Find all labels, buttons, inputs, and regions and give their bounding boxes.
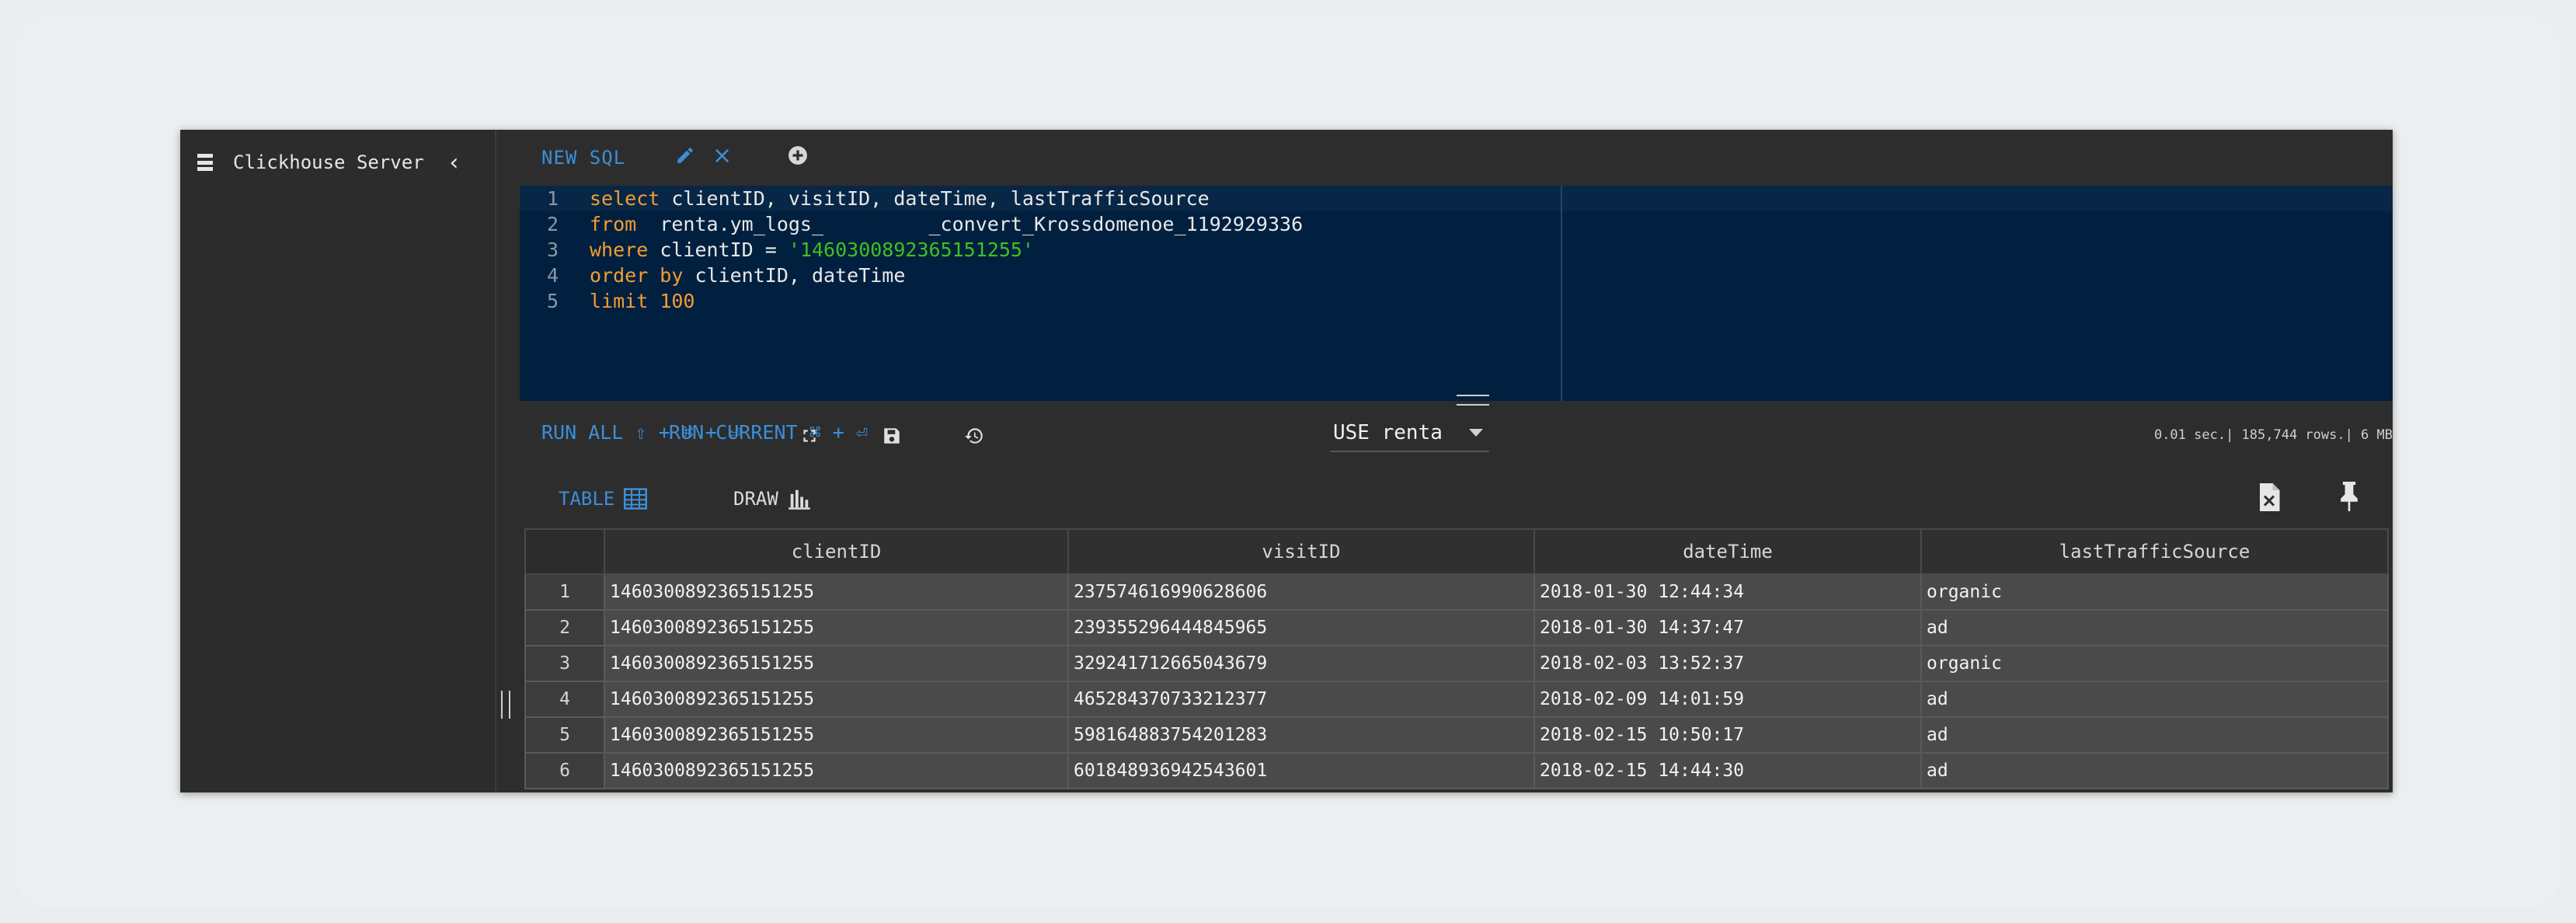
line-number: 4 <box>546 264 559 287</box>
table-cell[interactable]: 239355296444845965 <box>1067 609 1535 646</box>
sql-keyword: select <box>590 187 660 210</box>
line-number: 1 <box>546 187 559 210</box>
result-tabs: TABLE DRAW <box>520 471 2393 525</box>
editor-print-margin <box>1561 186 1562 401</box>
export-file-icon[interactable] <box>2257 483 2281 511</box>
line-number: 2 <box>546 213 559 235</box>
tab-table-label: TABLE <box>559 488 615 510</box>
table-cell[interactable]: ad <box>1920 681 2389 718</box>
table-row[interactable]: 4 1460300892365151255 465284370733212377 20… <box>524 681 2389 718</box>
table-cell[interactable]: 1460300892365151255 <box>604 609 1069 646</box>
table-row[interactable]: 3 1460300892365151255 329241712665043679 20… <box>524 645 2389 682</box>
row-index-cell: 2 <box>524 609 605 646</box>
pencil-icon[interactable] <box>675 145 695 165</box>
row-index-cell: 4 <box>524 681 605 718</box>
code-line[interactable]: 1 select clientID, visitID, dateTime, las… <box>520 186 1210 211</box>
query-toolbar: RUN ALL ⇧ + ⌘ + ⏎ RUN CURRENT ⌘ + ⏎ USE … <box>520 395 2393 471</box>
table-cell[interactable]: ad <box>1920 716 2389 754</box>
sql-keyword: limit <box>590 290 649 312</box>
tab-draw-label: DRAW <box>733 488 778 510</box>
table-cell[interactable]: ad <box>1920 609 2389 646</box>
table-cell[interactable]: 601848936942543601 <box>1067 752 1535 789</box>
panel-resize-handle[interactable] <box>501 691 510 719</box>
menu-icon[interactable] <box>197 154 213 171</box>
tab-table[interactable]: TABLE <box>559 488 648 510</box>
drag-handle-icon[interactable] <box>1457 395 1489 406</box>
chevron-left-icon[interactable]: ‹ <box>447 149 461 176</box>
table-row[interactable]: 6 1460300892365151255 601848936942543601 20… <box>524 752 2389 789</box>
table-cell[interactable]: ad <box>1920 752 2389 789</box>
results-table-container: clientID visitID dateTime lastTrafficSou… <box>524 528 2389 789</box>
table-cell[interactable]: 1460300892365151255 <box>604 573 1069 611</box>
table-cell[interactable]: organic <box>1920 645 2389 682</box>
code-line[interactable]: 2 from renta.ym_logs_ _convert_Krossdomen… <box>520 211 1303 237</box>
history-icon[interactable] <box>964 426 984 446</box>
table-cell[interactable]: 1460300892365151255 <box>604 752 1069 789</box>
table-cell[interactable]: 2018-02-15 10:50:17 <box>1533 716 1922 754</box>
table-row[interactable]: 5 1460300892365151255 598164883754201283 20… <box>524 716 2389 754</box>
query-tab-bar: NEW SQL × <box>520 130 2393 186</box>
table-icon <box>624 488 648 510</box>
line-number: 5 <box>546 290 559 312</box>
table-row[interactable]: 1 1460300892365151255 237574616990628606 20… <box>524 573 2389 611</box>
table-cell[interactable]: 465284370733212377 <box>1067 681 1535 718</box>
pin-icon[interactable] <box>2338 482 2360 511</box>
table-cell[interactable]: organic <box>1920 573 2389 611</box>
table-cell[interactable]: 1460300892365151255 <box>604 681 1069 718</box>
sql-keyword: where <box>590 239 649 261</box>
sidebar-header: Clickhouse Server ‹ <box>197 148 461 176</box>
query-stats: 0.01 sec.| 185,744 rows.| 6 MB <box>2153 427 2393 443</box>
column-header[interactable]: lastTrafficSource <box>1920 528 2389 575</box>
results-table: clientID visitID dateTime lastTrafficSou… <box>524 528 2389 789</box>
sql-text: renta.ym_logs_ _convert_Krossdomenoe_119… <box>636 213 1304 235</box>
results-header-row: clientID visitID dateTime lastTrafficSou… <box>524 528 2389 575</box>
sql-keyword: from <box>590 213 637 235</box>
table-cell[interactable]: 329241712665043679 <box>1067 645 1535 682</box>
close-tab-icon[interactable]: × <box>712 142 732 169</box>
table-cell[interactable]: 237574616990628606 <box>1067 573 1535 611</box>
row-index-cell: 3 <box>524 645 605 682</box>
database-select[interactable]: USE renta <box>1330 395 1489 452</box>
line-number: 3 <box>546 239 559 261</box>
sidebar: Clickhouse Server ‹ <box>180 130 496 792</box>
sql-string: '1460300892365151255' <box>788 239 1034 261</box>
table-cell[interactable]: 2018-01-30 12:44:34 <box>1533 573 1922 611</box>
column-header[interactable]: clientID <box>604 528 1069 575</box>
row-index-cell: 6 <box>524 752 605 789</box>
code-line[interactable]: 4 order by clientID, dateTime <box>520 263 905 288</box>
table-row[interactable]: 2 1460300892365151255 239355296444845965 20… <box>524 609 2389 646</box>
sql-text: clientID, visitID, dateTime, lastTraffic… <box>660 187 1210 210</box>
table-cell[interactable]: 2018-02-03 13:52:37 <box>1533 645 1922 682</box>
table-cell[interactable]: 598164883754201283 <box>1067 716 1535 754</box>
sql-number: 100 <box>660 290 695 312</box>
code-line[interactable]: 5 limit 100 <box>520 288 695 314</box>
sql-keyword: order by <box>590 264 684 287</box>
save-icon[interactable] <box>882 426 902 446</box>
row-index-cell: 5 <box>524 716 605 754</box>
bar-chart-icon <box>788 489 810 510</box>
server-title: Clickhouse Server <box>233 152 424 173</box>
table-cell[interactable]: 1460300892365151255 <box>604 645 1069 682</box>
sql-text: clientID, dateTime <box>683 264 906 287</box>
run-current-button[interactable]: RUN CURRENT ⌘ + ⏎ <box>669 421 868 444</box>
sql-editor[interactable]: 1 select clientID, visitID, dateTime, las… <box>520 186 2393 401</box>
caret-down-icon <box>1469 429 1483 437</box>
table-cell[interactable]: 2018-01-30 14:37:47 <box>1533 609 1922 646</box>
table-cell[interactable]: 2018-02-15 14:44:30 <box>1533 752 1922 789</box>
table-cell[interactable]: 1460300892365151255 <box>604 716 1069 754</box>
column-header[interactable]: dateTime <box>1533 528 1922 575</box>
column-header[interactable]: visitID <box>1067 528 1535 575</box>
row-index-header <box>524 528 605 575</box>
add-tab-icon[interactable] <box>788 145 808 165</box>
tab-draw[interactable]: DRAW <box>733 488 811 510</box>
sql-text: clientID = <box>648 239 788 261</box>
tab-new-sql[interactable]: NEW SQL <box>541 147 625 169</box>
code-line[interactable]: 3 where clientID = '1460300892365151255' <box>520 237 1034 263</box>
fullscreen-icon[interactable] <box>799 426 820 446</box>
database-select-value: USE renta <box>1333 421 1443 444</box>
clickhouse-app-window: Clickhouse Server ‹ NEW SQL × 1 select cl… <box>180 130 2393 792</box>
row-index-cell: 1 <box>524 573 605 611</box>
table-cell[interactable]: 2018-02-09 14:01:59 <box>1533 681 1922 718</box>
